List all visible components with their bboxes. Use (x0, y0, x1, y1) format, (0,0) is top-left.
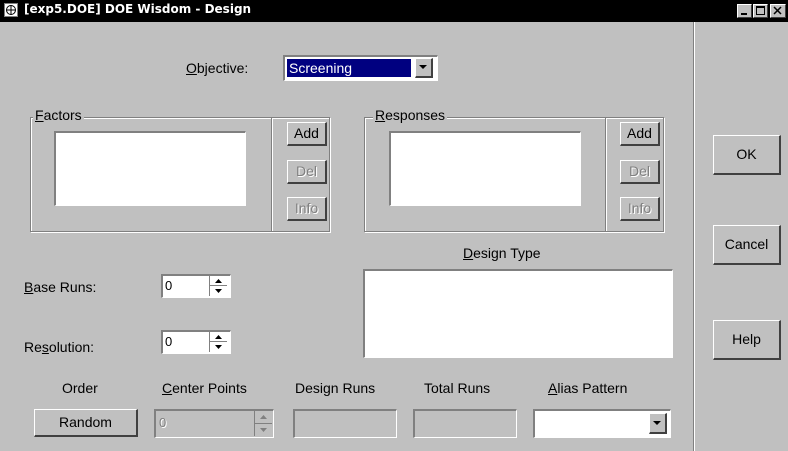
center-points-spin-buttons[interactable] (254, 411, 272, 436)
resolution-spin-buttons[interactable] (209, 332, 227, 352)
alias-pattern-combo[interactable] (533, 409, 671, 438)
design-type-label: Design Type (463, 245, 541, 261)
responses-legend: Responses (373, 107, 448, 123)
resolution-label: Resolution: (24, 339, 95, 355)
design-runs-field (293, 409, 397, 438)
alias-pattern-dropdown-button[interactable] (649, 413, 667, 434)
spin-up-icon[interactable] (210, 332, 227, 341)
help-button[interactable]: Help (713, 320, 781, 360)
ok-button[interactable]: OK (713, 135, 781, 175)
close-button[interactable] (770, 4, 786, 18)
app-icon[interactable] (4, 3, 18, 17)
panel-divider-highlight (694, 22, 695, 451)
factors-del-button[interactable]: Del (287, 160, 327, 184)
random-order-button[interactable]: Random (34, 409, 138, 437)
base-runs-label: Base Runs: (24, 279, 97, 295)
resolution-value: 0 (165, 334, 173, 349)
base-runs-spin-buttons[interactable] (209, 276, 227, 296)
cancel-button[interactable]: Cancel (713, 225, 781, 265)
center-points-value: 0 (159, 415, 167, 430)
center-points-spinner[interactable]: 0 (154, 409, 274, 438)
total-runs-header: Total Runs (424, 380, 491, 396)
title-bar[interactable]: [exp5.DOE] DOE Wisdom - Design (0, 0, 788, 22)
base-runs-value: 0 (165, 278, 173, 293)
order-header: Order (62, 380, 98, 396)
minimize-button[interactable] (737, 4, 752, 18)
responses-list[interactable] (389, 131, 581, 206)
alias-pattern-header: Alias Pattern (548, 380, 628, 396)
factors-legend: Factors (33, 107, 84, 123)
resolution-spinner[interactable]: 0 (161, 330, 231, 354)
responses-add-button[interactable]: Add (620, 122, 660, 146)
objective-label: Objective: (186, 60, 249, 76)
objective-dropdown-button[interactable] (415, 58, 433, 78)
factors-add-button[interactable]: Add (287, 122, 327, 146)
spin-down-icon[interactable] (210, 342, 227, 351)
spin-down-icon[interactable] (255, 424, 272, 436)
factors-info-button[interactable]: Info (287, 197, 327, 221)
spin-up-icon[interactable] (255, 411, 272, 423)
spin-down-icon[interactable] (210, 286, 227, 295)
responses-del-button[interactable]: Del (620, 160, 660, 184)
base-runs-spinner[interactable]: 0 (161, 274, 231, 298)
chevron-down-icon (419, 65, 427, 69)
total-runs-field (413, 409, 517, 438)
objective-selected-value: Screening (287, 59, 411, 77)
center-points-header: Center Points (162, 380, 247, 396)
chevron-down-icon (653, 421, 661, 425)
factors-list[interactable] (54, 131, 246, 206)
responses-info-button[interactable]: Info (620, 197, 660, 221)
spin-up-icon[interactable] (210, 276, 227, 285)
window-title: [exp5.DOE] DOE Wisdom - Design (24, 2, 252, 16)
responses-separator-highlight (606, 118, 607, 231)
design-type-list[interactable] (363, 269, 673, 358)
design-runs-header: Design Runs (295, 380, 376, 396)
factors-separator-highlight (272, 118, 273, 231)
objective-combo[interactable]: Screening (283, 55, 438, 81)
maximize-button[interactable] (753, 4, 768, 18)
